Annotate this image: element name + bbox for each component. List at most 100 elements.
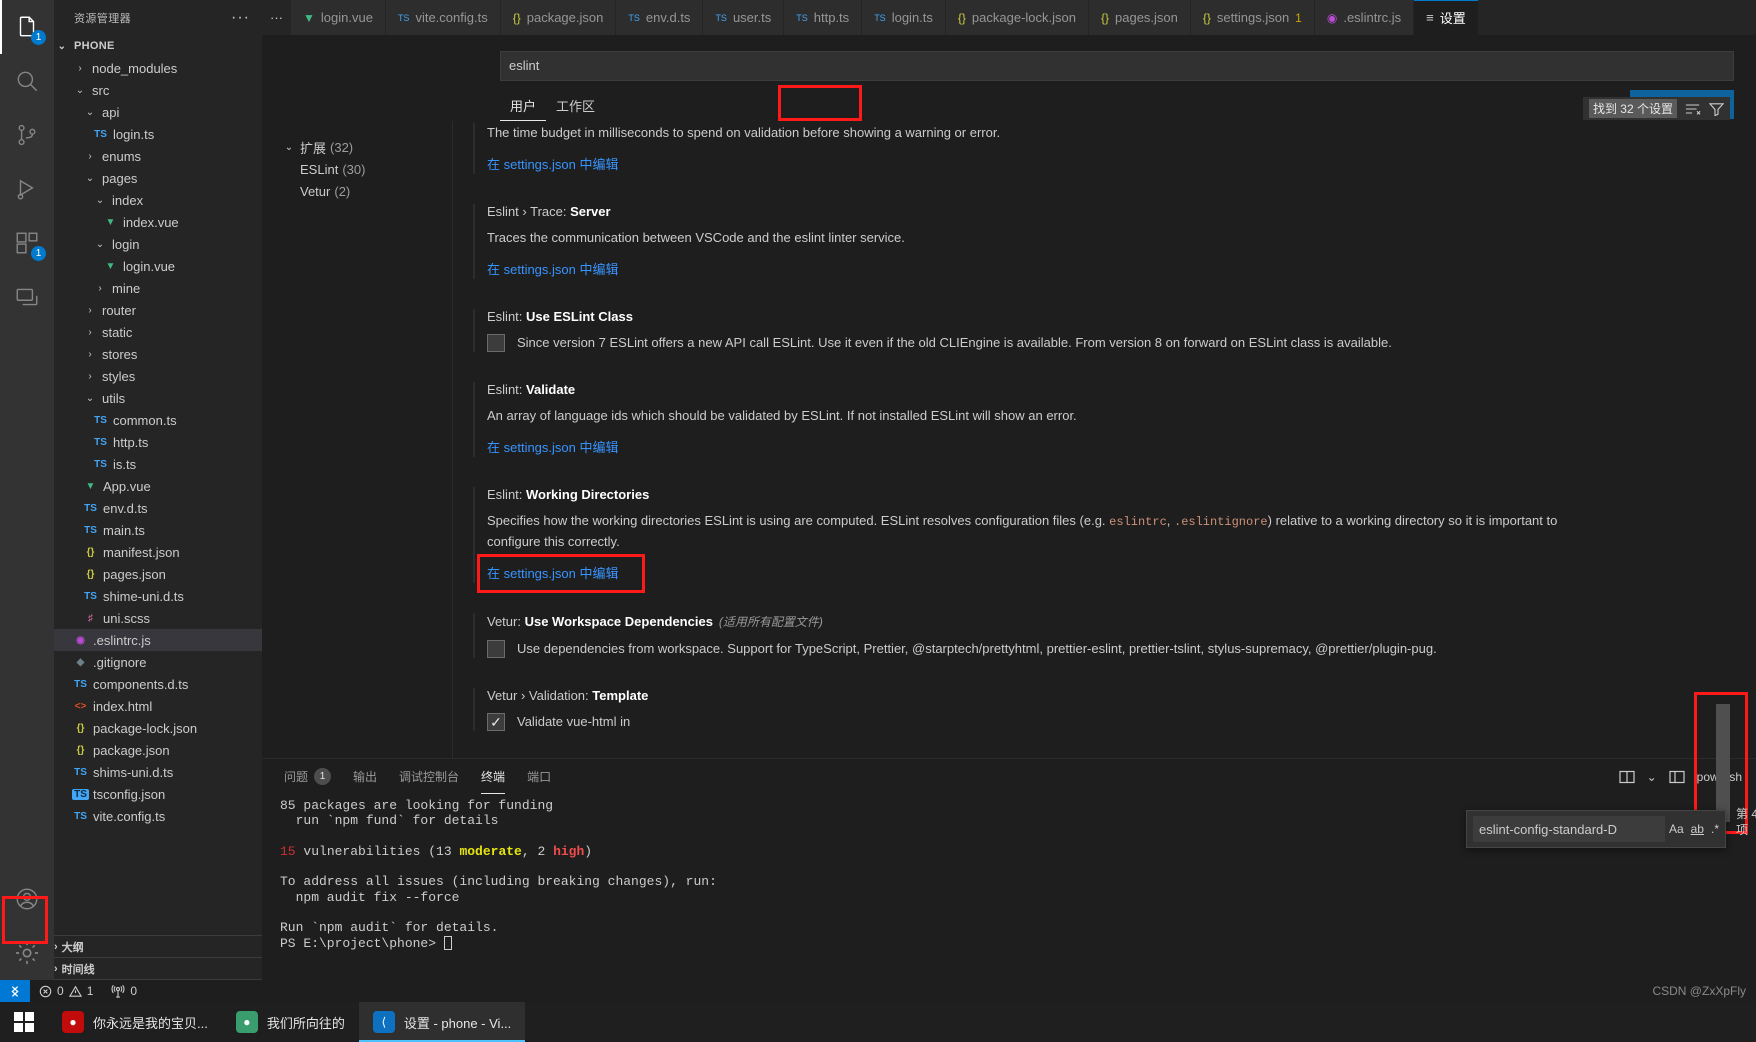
- explorer-more-actions[interactable]: ···: [231, 9, 250, 27]
- editor-tab-login-ts[interactable]: TS login.ts: [862, 0, 946, 35]
- panel-tab-问题[interactable]: 问题 1: [284, 759, 332, 794]
- tree-item-is-ts[interactable]: TS is.ts: [54, 453, 262, 475]
- settings-toc-eslint[interactable]: ESLint (30): [282, 159, 452, 181]
- tree-item-app-vue[interactable]: ▼ App.vue: [54, 475, 262, 497]
- setting-checkbox-row[interactable]: Since version 7 ESLint offers a new API …: [487, 333, 1712, 352]
- settings-tab-workspace[interactable]: 工作区: [546, 96, 605, 121]
- tree-item-pages[interactable]: ⌄ pages: [54, 167, 262, 189]
- tree-item-env-d-ts[interactable]: TS env.d.ts: [54, 497, 262, 519]
- settings-toc-vetur[interactable]: Vetur (2): [282, 181, 452, 203]
- tree-item-shime-uni-d-ts[interactable]: TS shime-uni.d.ts: [54, 585, 262, 607]
- tree-item-tsconfig-json[interactable]: TS tsconfig.json: [54, 783, 262, 805]
- checkbox-unchecked-icon[interactable]: [487, 639, 505, 658]
- find-widget[interactable]: Aa ab .*: [1466, 810, 1726, 848]
- setting-checkbox-row[interactable]: Use dependencies from workspace. Support…: [487, 639, 1712, 658]
- sidebar-section-timeline[interactable]: › 时间线: [54, 958, 262, 980]
- taskbar-item[interactable]: ● 我们所向往的: [222, 1002, 359, 1042]
- tree-item-manifest-json[interactable]: {} manifest.json: [54, 541, 262, 563]
- settings-tab-user[interactable]: 用户: [500, 96, 546, 121]
- panel-tab-调试控制台[interactable]: 调试控制台: [399, 759, 459, 794]
- activitybar-item-accounts[interactable]: [0, 872, 54, 926]
- taskbar-item[interactable]: ⟨ 设置 - phone - Vi...: [358, 1002, 526, 1042]
- editor-tab-package-json[interactable]: {} package.json: [500, 0, 617, 35]
- edit-in-settings-json-link[interactable]: 在 settings.json 中编辑: [487, 563, 619, 582]
- windows-start-icon[interactable]: [0, 1002, 48, 1042]
- chevron-right-icon: ›: [88, 150, 92, 162]
- sidebar-section-outline[interactable]: › 大纲: [54, 936, 262, 958]
- edit-in-settings-json-link[interactable]: 在 settings.json 中编辑: [487, 437, 619, 456]
- editor-tab-设置[interactable]: ≡ 设置: [1414, 0, 1479, 35]
- setting-checkbox-row[interactable]: ✓ Validate vue-html in: [487, 712, 1712, 731]
- checkbox-checked-icon[interactable]: ✓: [487, 712, 505, 731]
- find-input[interactable]: [1473, 816, 1665, 842]
- tree-item-stores[interactable]: › stores: [54, 343, 262, 365]
- status-radio-tower[interactable]: 0: [102, 984, 146, 998]
- tree-item-mine[interactable]: › mine: [54, 277, 262, 299]
- editor-tab-env-d-ts[interactable]: TS env.d.ts: [616, 0, 704, 35]
- tree-item-api[interactable]: ⌄ api: [54, 101, 262, 123]
- settings-scrollbar-thumb[interactable]: [1716, 703, 1730, 822]
- tree-item-styles[interactable]: › styles: [54, 365, 262, 387]
- tree-item-utils[interactable]: ⌄ utils: [54, 387, 262, 409]
- clear-filter-icon[interactable]: [1685, 102, 1701, 116]
- tree-item-components-d-ts[interactable]: TS components.d.ts: [54, 673, 262, 695]
- panel-tab-输出[interactable]: 输出: [353, 759, 377, 794]
- editor-tab--eslintrc-js[interactable]: ◉ .eslintrc.js: [1314, 0, 1415, 35]
- split-terminal-icon[interactable]: [1618, 770, 1635, 784]
- tree-item-pages-json[interactable]: {} pages.json: [54, 563, 262, 585]
- tree-item-common-ts[interactable]: TS common.ts: [54, 409, 262, 431]
- edit-in-settings-json-link[interactable]: 在 settings.json 中编辑: [487, 259, 619, 278]
- settings-search-input[interactable]: [500, 50, 1734, 81]
- tree-item-login-ts[interactable]: TS login.ts: [54, 123, 262, 145]
- tree-item-vite-config-ts[interactable]: TS vite.config.ts: [54, 805, 262, 827]
- tree-item-login-vue[interactable]: ▼ login.vue: [54, 255, 262, 277]
- tree-item-main-ts[interactable]: TS main.ts: [54, 519, 262, 541]
- editor-tab-http-ts[interactable]: TS http.ts: [784, 0, 863, 35]
- activitybar-item-extensions[interactable]: 1: [0, 216, 54, 270]
- tree-root-phone[interactable]: ⌄ PHONE: [54, 35, 262, 57]
- activitybar-item-manage-settings[interactable]: [0, 926, 54, 980]
- taskbar-item[interactable]: ● 你永远是我的宝贝...: [48, 1002, 222, 1042]
- whole-word-icon[interactable]: ab: [1691, 822, 1704, 836]
- tree-item-router[interactable]: › router: [54, 299, 262, 321]
- tree-item--gitignore[interactable]: ◆ .gitignore: [54, 651, 262, 673]
- activitybar-item-search[interactable]: [0, 54, 54, 108]
- editor-tab-package-lock-json[interactable]: {} package-lock.json: [945, 0, 1089, 35]
- status-remote-button[interactable]: [0, 980, 30, 1002]
- tree-item-index-vue[interactable]: ▼ index.vue: [54, 211, 262, 233]
- activitybar-item-source-control[interactable]: [0, 108, 54, 162]
- tree-item-node-modules[interactable]: › node_modules: [54, 57, 262, 79]
- editor-tab-pages-json[interactable]: {} pages.json: [1088, 0, 1191, 35]
- tree-item-http-ts[interactable]: TS http.ts: [54, 431, 262, 453]
- tree-item--eslintrc-js[interactable]: ◉ .eslintrc.js: [54, 629, 262, 651]
- panel-tab-端口[interactable]: 端口: [527, 759, 551, 794]
- tree-item-shims-uni-d-ts[interactable]: TS shims-uni.d.ts: [54, 761, 262, 783]
- activitybar-item-run-and-debug[interactable]: [0, 162, 54, 216]
- editor-tab-login-vue[interactable]: ▼ login.vue: [291, 0, 386, 35]
- tabbar-more-icon[interactable]: ···: [262, 0, 291, 35]
- filter-icon[interactable]: [1709, 102, 1724, 116]
- editor-tab-settings-json[interactable]: {} settings.json 1: [1190, 0, 1315, 35]
- tree-item-src[interactable]: ⌄ src: [54, 79, 262, 101]
- chevron-down-icon[interactable]: ⌄: [1647, 770, 1657, 784]
- match-case-icon[interactable]: Aa: [1669, 822, 1684, 836]
- tree-item-enums[interactable]: › enums: [54, 145, 262, 167]
- terminal-profile-icon[interactable]: [1669, 770, 1685, 784]
- edit-in-settings-json-link[interactable]: 在 settings.json 中编辑: [487, 154, 619, 173]
- editor-tab-user-ts[interactable]: TS user.ts: [703, 0, 785, 35]
- checkbox-unchecked-icon[interactable]: [487, 333, 505, 352]
- tree-item-package-json[interactable]: {} package.json: [54, 739, 262, 761]
- regex-icon[interactable]: .*: [1711, 822, 1719, 836]
- activitybar-item-remote-explorer[interactable]: [0, 270, 54, 324]
- activitybar-item-explorer[interactable]: 1: [0, 0, 54, 54]
- editor-tab-vite-config-ts[interactable]: TS vite.config.ts: [385, 0, 501, 35]
- tree-item-uni-scss[interactable]: ♯ uni.scss: [54, 607, 262, 629]
- tree-item-index-html[interactable]: <> index.html: [54, 695, 262, 717]
- status-problems[interactable]: 0 1: [30, 984, 102, 998]
- settings-toc-扩展[interactable]: ⌄ 扩展 (32): [282, 137, 452, 159]
- tree-item-index[interactable]: ⌄ index: [54, 189, 262, 211]
- tree-item-static[interactable]: › static: [54, 321, 262, 343]
- tree-item-login[interactable]: ⌄ login: [54, 233, 262, 255]
- tree-item-package-lock-json[interactable]: {} package-lock.json: [54, 717, 262, 739]
- panel-tab-终端[interactable]: 终端: [481, 759, 505, 794]
